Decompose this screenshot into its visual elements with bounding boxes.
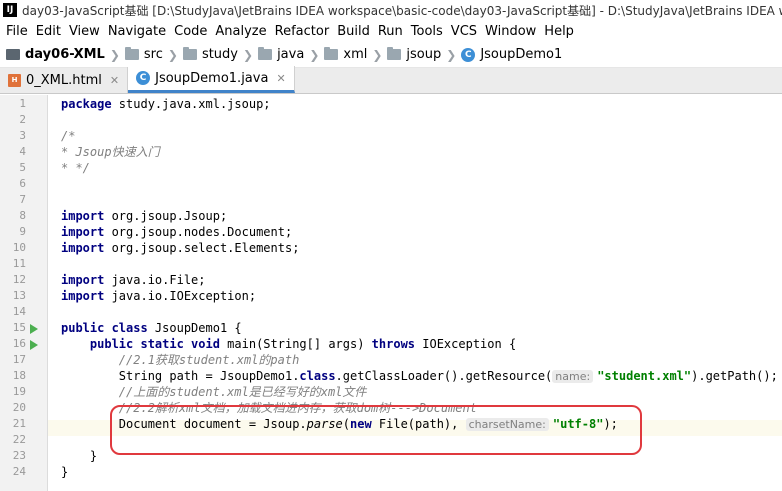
tab-jsoupdemo1-java[interactable]: C JsoupDemo1.java ✕ [128,66,295,93]
code-line-9: import org.jsoup.nodes.Document; [61,225,293,239]
line-number: 8 [19,209,26,222]
line-number: 20 [12,401,26,414]
chevron-right-icon: ❯ [446,47,457,62]
line-number: 17 [12,353,26,366]
title-bar: IJ day03-JavaScript基础 [D:\StudyJava\JetB… [0,0,782,20]
breadcrumb-xml[interactable]: xml [324,47,367,62]
chevron-right-icon: ❯ [243,47,254,62]
menu-view[interactable]: View [65,24,104,39]
line-number: 15 [12,321,26,334]
tab-0-xml-html[interactable]: H 0_XML.html ✕ [0,67,129,93]
folder-icon [124,47,139,60]
parameter-hint: name: [552,370,594,383]
chevron-right-icon: ❯ [109,47,120,62]
chevron-right-icon: ❯ [309,47,320,62]
breadcrumb-jsoup[interactable]: jsoup [387,47,441,62]
code-line-5: * */ [61,161,90,175]
line-number: 24 [12,465,26,478]
line-number: 16 [12,337,26,350]
line-number: 13 [12,289,26,302]
line-number: 23 [12,449,26,462]
java-class-icon: C [136,71,151,85]
menu-tools[interactable]: Tools [407,24,447,39]
close-icon[interactable]: ✕ [276,72,285,85]
breadcrumb-src[interactable]: src [124,47,163,62]
code-line-17: //2.1获取student.xml的path [61,353,300,367]
menu-refactor[interactable]: Refactor [271,24,334,39]
menu-build[interactable]: Build [333,24,374,39]
line-number: 9 [19,225,26,238]
menu-run[interactable]: Run [374,24,407,39]
run-main-icon[interactable] [30,340,38,350]
line-number-gutter: 1 2 3 4 5 6 7 8 9 10 11 12 13 14 15 16 1… [0,95,48,491]
code-line-16: public static void main(String[] args) t… [89,337,517,351]
html-file-icon: H [8,73,21,87]
close-icon[interactable]: ✕ [110,74,119,87]
line-number: 12 [12,273,26,286]
code-line-12: import java.io.File; [61,273,206,287]
code-line-4: * Jsoup快速入门 [61,145,160,159]
menu-code[interactable]: Code [170,24,211,39]
code-line-8: import org.jsoup.Jsoup; [61,209,228,223]
red-highlight-annotation [110,405,642,455]
menu-help[interactable]: Help [540,24,578,39]
line-number: 21 [12,417,26,430]
folder-icon [324,47,339,60]
menu-analyze[interactable]: Analyze [211,24,270,39]
breadcrumb-study[interactable]: study [182,47,238,62]
breadcrumb-java[interactable]: java [258,47,304,62]
window-title: day03-JavaScript基础 [D:\StudyJava\JetBrai… [22,3,782,18]
folder-icon [182,47,197,60]
chevron-right-icon: ❯ [167,47,178,62]
menu-vcs[interactable]: VCS [447,24,481,39]
breadcrumb: day06-XML ❯ src ❯ study ❯ java ❯ xml ❯ j… [0,42,782,68]
folder-icon [258,47,273,60]
code-line-10: import org.jsoup.select.Elements; [61,241,300,255]
line-number: 3 [19,129,26,142]
code-line-3: /* [61,129,76,143]
module-icon [6,49,20,60]
menu-file[interactable]: File [2,24,32,39]
java-class-icon: C [461,47,476,62]
code-line-13: import java.io.IOException; [61,289,257,303]
run-class-icon[interactable] [30,324,38,334]
line-number: 10 [12,241,26,254]
line-number: 22 [12,433,26,446]
line-number: 6 [19,177,26,190]
breadcrumb-module[interactable]: day06-XML [6,47,105,62]
folder-icon [387,47,402,60]
line-number: 19 [12,385,26,398]
code-line-1: package study.java.xml.jsoup; [61,97,271,111]
code-line-18: String path = JsoupDemo1.class.getClassL… [118,369,778,383]
code-line-15: public class JsoupDemo1 { [61,321,242,335]
code-line-24: } [61,465,69,479]
breadcrumb-file[interactable]: C JsoupDemo1 [461,47,562,62]
line-number: 4 [19,145,26,158]
code-line-19: //上面的student.xml是已经写好的xml文件 [61,385,367,399]
menu-edit[interactable]: Edit [32,24,65,39]
intellij-logo-icon: IJ [3,3,17,17]
line-number: 18 [12,369,26,382]
editor-tabs: H 0_XML.html ✕ C JsoupDemo1.java ✕ [0,66,782,94]
menu-navigate[interactable]: Navigate [104,24,170,39]
line-number: 5 [19,161,26,174]
menu-window[interactable]: Window [481,24,540,39]
chevron-right-icon: ❯ [372,47,383,62]
line-number: 2 [19,113,26,126]
line-number: 7 [19,193,26,206]
menu-bar: File Edit View Navigate Code Analyze Ref… [0,20,782,42]
line-number: 11 [12,257,26,270]
line-number: 1 [19,97,26,110]
line-number: 14 [12,305,26,318]
